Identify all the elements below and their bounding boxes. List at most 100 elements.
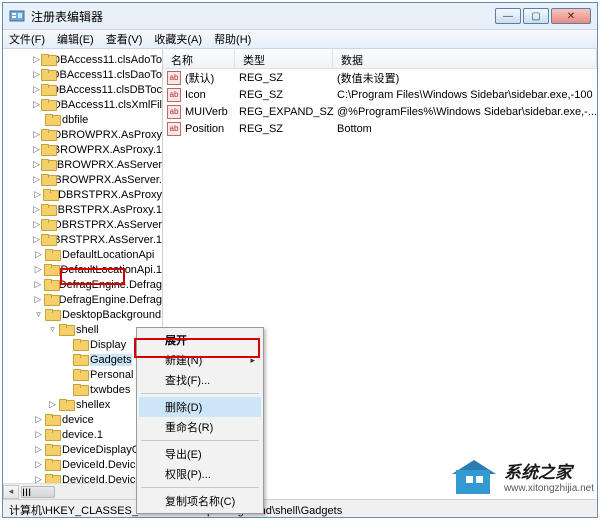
cell-type: REG_SZ bbox=[239, 123, 337, 135]
tree-item[interactable]: ▷ DBAccess11.clsXmlFil bbox=[7, 97, 162, 112]
tree-item[interactable]: ▷ DefragEngine.Defrag bbox=[7, 292, 162, 307]
ctx-find[interactable]: 查找(F)... bbox=[139, 370, 261, 390]
expand-icon[interactable]: ▷ bbox=[33, 444, 44, 455]
tree-item[interactable]: ▷DBAccess11.clsDaoTo bbox=[7, 67, 162, 82]
tree-item[interactable]: ▷ DBROWPRX.AsServer. bbox=[7, 172, 162, 187]
regedit-icon bbox=[9, 8, 25, 24]
expand-icon[interactable]: ▷ bbox=[33, 459, 44, 470]
expand-icon[interactable]: ▿ bbox=[33, 309, 44, 320]
tree-label: device bbox=[62, 414, 94, 426]
folder-icon bbox=[41, 69, 49, 80]
minimize-button[interactable]: — bbox=[495, 8, 521, 24]
expand-icon[interactable]: ▷ bbox=[33, 234, 40, 245]
expand-icon[interactable]: ▷ bbox=[33, 249, 44, 260]
col-data[interactable]: 数据 bbox=[333, 49, 597, 68]
ctx-delete[interactable]: 删除(D) bbox=[139, 397, 261, 417]
cell-name: (默认) bbox=[185, 70, 239, 86]
tree-label: DesktopBackground bbox=[62, 309, 161, 321]
expand-icon[interactable]: ▷ bbox=[47, 399, 58, 410]
expand-icon[interactable]: ▷ bbox=[33, 429, 44, 440]
expand-icon[interactable]: ▷ bbox=[33, 204, 40, 215]
expand-icon[interactable]: ▷ bbox=[33, 84, 40, 95]
folder-icon bbox=[41, 159, 46, 170]
close-button[interactable]: ✕ bbox=[551, 8, 591, 24]
ctx-rename[interactable]: 重命名(R) bbox=[139, 417, 261, 437]
expand-icon[interactable]: ▷ bbox=[33, 294, 43, 305]
expand-icon[interactable] bbox=[61, 354, 72, 365]
tree-item[interactable]: ▷DBRSTPRX.AsServer.1 bbox=[7, 232, 162, 247]
ctx-copykey[interactable]: 复制项名称(C) bbox=[139, 491, 261, 511]
tree-item[interactable]: dbfile bbox=[7, 112, 162, 127]
expand-icon[interactable]: ▷ bbox=[33, 264, 43, 275]
tree-label: DBROWPRX.AsProxy.1 bbox=[45, 144, 162, 156]
expand-icon[interactable]: ▷ bbox=[33, 279, 43, 290]
expand-icon[interactable]: ▷ bbox=[33, 189, 42, 200]
scroll-left-button[interactable]: ◂ bbox=[3, 485, 19, 499]
list-row[interactable]: abMUIVerbREG_EXPAND_SZ@%ProgramFiles%\Wi… bbox=[163, 103, 597, 120]
tree-item[interactable]: ▷DBRSTPRX.AsProxy bbox=[7, 187, 162, 202]
tree-item[interactable]: ▷DBAccess11.clsAdoTo bbox=[7, 52, 162, 67]
tree-label: shellex bbox=[76, 399, 110, 411]
expand-icon[interactable]: ▷ bbox=[33, 174, 40, 185]
ctx-export[interactable]: 导出(E) bbox=[139, 444, 261, 464]
scroll-thumb[interactable]: III bbox=[21, 486, 55, 498]
list-row[interactable]: ab(默认)REG_SZ(数值未设置) bbox=[163, 69, 597, 86]
tree-item[interactable]: ▷DBROWPRX.AsServer bbox=[7, 157, 162, 172]
tree-item[interactable]: ▷DefaultLocationApi bbox=[7, 247, 162, 262]
expand-icon[interactable]: ▷ bbox=[33, 69, 40, 80]
tree-label: Gadgets bbox=[90, 354, 132, 366]
titlebar[interactable]: 注册表编辑器 — ▢ ✕ bbox=[3, 3, 597, 29]
expand-icon[interactable]: ▷ bbox=[33, 129, 40, 140]
tree-item[interactable]: ▿ DesktopBackground bbox=[7, 307, 162, 322]
folder-icon bbox=[43, 189, 55, 200]
tree-item[interactable]: ▷ DBAccess11.clsDBToc bbox=[7, 82, 162, 97]
cell-data: Bottom bbox=[337, 123, 597, 135]
col-type[interactable]: 类型 bbox=[235, 49, 333, 68]
watermark: 系统之家 www.xitongzhijia.net bbox=[452, 460, 594, 498]
list-row[interactable]: ab PositionREG_SZBottom bbox=[163, 120, 597, 137]
list-row[interactable]: abIconREG_SZC:\Program Files\Windows Sid… bbox=[163, 86, 597, 103]
menu-file[interactable]: 文件(F) bbox=[9, 31, 45, 47]
expand-icon[interactable] bbox=[33, 114, 44, 125]
scroll-track[interactable]: III bbox=[19, 485, 146, 499]
expand-icon[interactable]: ▷ bbox=[33, 54, 40, 65]
menu-favorites[interactable]: 收藏夹(A) bbox=[154, 31, 202, 47]
expand-icon[interactable] bbox=[61, 384, 72, 395]
tree-item[interactable]: ▷DBRSTPRX.AsProxy.1 bbox=[7, 202, 162, 217]
folder-icon bbox=[44, 294, 56, 305]
menu-help[interactable]: 帮助(H) bbox=[214, 31, 251, 47]
regedit-window: 注册表编辑器 — ▢ ✕ 文件(F) 编辑(E) 查看(V) 收藏夹(A) 帮助… bbox=[2, 2, 598, 518]
folder-icon bbox=[45, 309, 59, 320]
menu-view[interactable]: 查看(V) bbox=[106, 31, 143, 47]
tree-label: DBAccess11.clsXmlFil bbox=[53, 99, 162, 111]
tree-label: DBAccess11.clsDBToc bbox=[51, 84, 162, 96]
expand-icon[interactable]: ▷ bbox=[33, 219, 40, 230]
folder-icon bbox=[73, 384, 87, 395]
folder-icon bbox=[41, 144, 42, 155]
watermark-cn: 系统之家 bbox=[504, 464, 594, 483]
string-value-icon: ab bbox=[167, 122, 181, 136]
menu-edit[interactable]: 编辑(E) bbox=[57, 31, 94, 47]
cell-name: Position bbox=[185, 123, 239, 135]
tree-label: dbfile bbox=[62, 114, 88, 126]
tree-label: DefragEngine.Defrag bbox=[59, 294, 162, 306]
expand-icon[interactable]: ▷ bbox=[33, 144, 40, 155]
cell-type: REG_EXPAND_SZ bbox=[239, 106, 337, 118]
expand-icon[interactable]: ▷ bbox=[33, 99, 40, 110]
maximize-button[interactable]: ▢ bbox=[523, 8, 549, 24]
expand-icon[interactable] bbox=[61, 369, 72, 380]
tree-item[interactable]: ▷DBRSTPRX.AsServer bbox=[7, 217, 162, 232]
tree-label: DBROWPRX.AsProxy bbox=[53, 129, 162, 141]
expand-icon[interactable]: ▷ bbox=[33, 414, 44, 425]
tree-label: DBROWPRX.AsServer. bbox=[46, 174, 162, 186]
tree-item[interactable]: ▷ DBROWPRX.AsProxy.1 bbox=[7, 142, 162, 157]
cell-data: (数值未设置) bbox=[337, 70, 597, 86]
list-header: 名称 类型 数据 bbox=[163, 49, 597, 69]
ctx-perm[interactable]: 权限(P)... bbox=[139, 464, 261, 484]
tree-label: shell bbox=[76, 324, 99, 336]
col-name[interactable]: 名称 bbox=[163, 49, 235, 68]
expand-icon[interactable]: ▷ bbox=[33, 159, 40, 170]
expand-icon[interactable]: ▿ bbox=[47, 324, 58, 335]
expand-icon[interactable] bbox=[61, 339, 72, 350]
tree-item[interactable]: ▷ DBROWPRX.AsProxy bbox=[7, 127, 162, 142]
